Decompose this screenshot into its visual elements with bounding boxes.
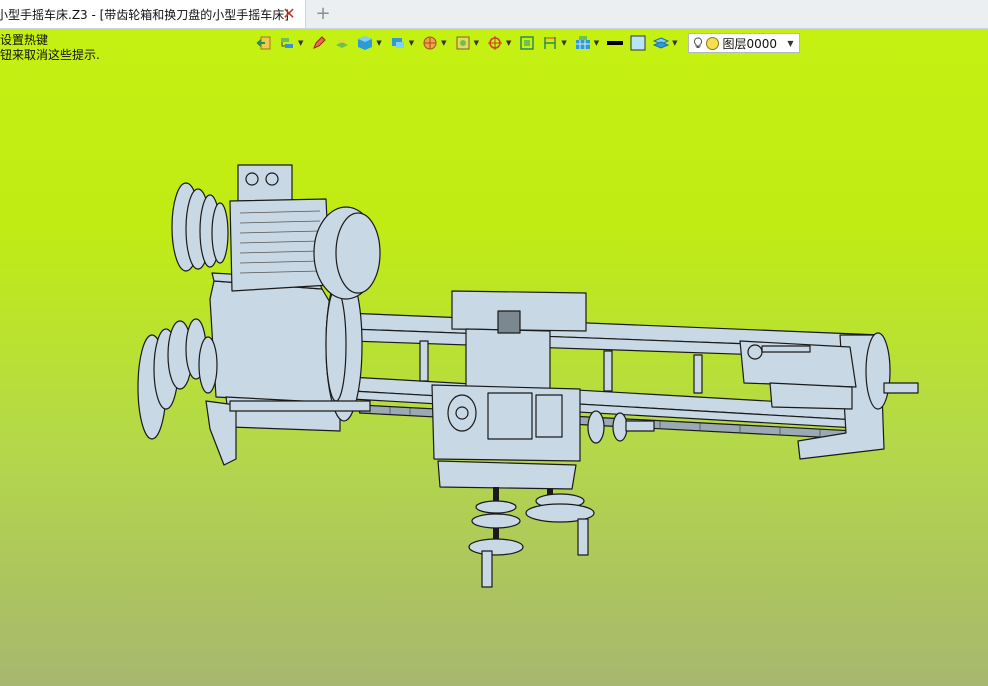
render-style-icon[interactable]: [420, 33, 440, 53]
new-tab-icon[interactable]: +: [314, 5, 332, 23]
layer-stack-dropdown-icon[interactable]: ▼: [672, 39, 677, 47]
view-toolbar: ▼ ▼ ▼ ▼ ▼ ▼ ▼ ▼ ▼ 图层0000 ▼: [254, 32, 800, 54]
section-view-icon[interactable]: [453, 33, 473, 53]
grid-dropdown-icon[interactable]: ▼: [594, 39, 599, 47]
document-tab[interactable]: 小型手摇车床.Z3 - [带齿轮箱和换刀盘的小型手摇车床] ✕: [0, 0, 306, 28]
fit-view-icon[interactable]: [517, 33, 537, 53]
pen-icon[interactable]: [309, 33, 329, 53]
3d-viewport[interactable]: 设置热键 钮来取消这些提示. ▼ ▼ ▼ ▼ ▼ ▼ ▼ ▼ ▼ 图层0000 …: [0, 29, 988, 686]
close-tab-icon[interactable]: ✕: [281, 6, 297, 22]
layer-name: 图层0000: [722, 36, 778, 51]
snap-target-icon[interactable]: [485, 33, 505, 53]
hint-line-2: 钮来取消这些提示.: [0, 48, 100, 62]
line-color-icon[interactable]: [605, 33, 625, 53]
layer-select[interactable]: 图层0000 ▼: [687, 33, 800, 53]
fill-color-icon[interactable]: [628, 33, 648, 53]
display-mode-icon[interactable]: [388, 33, 408, 53]
document-tab-title: 小型手摇车床.Z3 - [带齿轮箱和换刀盘的小型手摇车床]: [0, 7, 289, 22]
cube-view-dropdown-icon[interactable]: ▼: [376, 39, 381, 47]
snap-target-dropdown-icon[interactable]: ▼: [506, 39, 511, 47]
exit-sketch-icon[interactable]: [254, 33, 274, 53]
section-view-dropdown-icon[interactable]: ▼: [474, 39, 479, 47]
layer-dropdown-icon[interactable]: ▼: [782, 39, 798, 48]
lightbulb-icon[interactable]: [693, 37, 703, 49]
dimension-icon[interactable]: [540, 33, 560, 53]
extrude-icon[interactable]: [332, 33, 352, 53]
layer-color-icon[interactable]: [705, 36, 719, 50]
layer-stack-icon[interactable]: [651, 33, 671, 53]
display-mode-dropdown-icon[interactable]: ▼: [409, 39, 414, 47]
grid-icon[interactable]: [573, 33, 593, 53]
dimension-dropdown-icon[interactable]: ▼: [561, 39, 566, 47]
hint-line-1: 设置热键: [0, 33, 49, 47]
cube-view-icon[interactable]: [355, 33, 375, 53]
hint-text: 设置热键 钮来取消这些提示.: [0, 33, 100, 63]
render-style-dropdown-icon[interactable]: ▼: [441, 39, 446, 47]
feature-tree-icon[interactable]: [277, 33, 297, 53]
feature-tree-dropdown-icon[interactable]: ▼: [298, 39, 303, 47]
lathe-model[interactable]: [0, 29, 988, 686]
document-tab-bar: 小型手摇车床.Z3 - [带齿轮箱和换刀盘的小型手摇车床] ✕ +: [0, 0, 988, 29]
